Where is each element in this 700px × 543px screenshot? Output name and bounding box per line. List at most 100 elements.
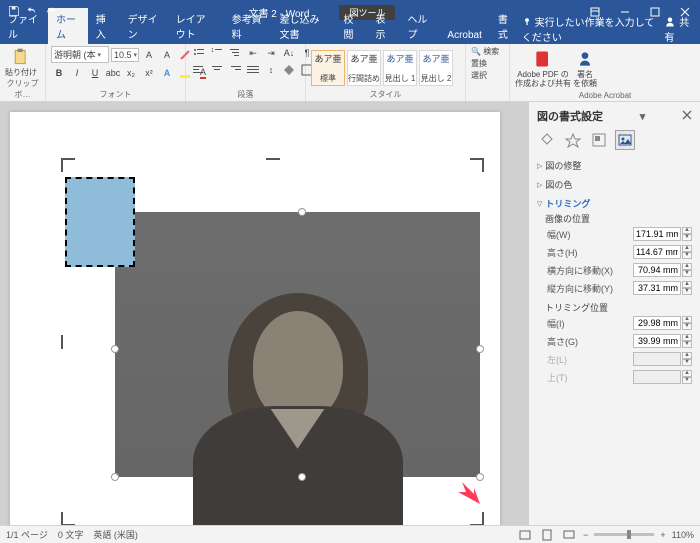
align-right-icon[interactable] — [227, 63, 243, 77]
save-icon[interactable] — [8, 5, 20, 19]
align-left-icon[interactable] — [191, 63, 207, 77]
page — [10, 112, 500, 525]
input-offx[interactable] — [633, 263, 681, 277]
tab-format[interactable]: 書式 — [490, 8, 522, 44]
input-cwidth[interactable] — [633, 316, 681, 330]
style-heading2[interactable]: あア亜見出し 2 — [419, 50, 453, 86]
share-button[interactable]: 共有 — [664, 14, 692, 44]
resize-handle-b[interactable] — [298, 473, 306, 481]
font-face-combo[interactable]: 游明朝 (本 — [51, 46, 109, 63]
group-adobe-label: Adobe Acrobat — [515, 91, 695, 101]
tab-view[interactable]: 表示 — [367, 8, 399, 44]
replace-button[interactable]: 置換 — [471, 58, 487, 69]
resize-handle-bl[interactable] — [111, 473, 119, 481]
find-button[interactable]: 🔍 検索 — [471, 46, 499, 57]
resize-handle-t[interactable] — [298, 208, 306, 216]
style-nospacing[interactable]: あア亜行間詰め — [347, 50, 381, 86]
section-color[interactable]: ▷図の色 — [537, 178, 692, 191]
status-bar: 1/1 ページ 0 文字 英語 (米国) − + 110% — [0, 525, 700, 543]
inc-indent-icon[interactable]: ⇥ — [263, 46, 279, 60]
tab-review[interactable]: 校閲 — [335, 8, 367, 44]
resize-handle-l[interactable] — [111, 345, 119, 353]
subscript-icon[interactable]: x₂ — [123, 66, 139, 80]
style-normal[interactable]: あア亜標準 — [311, 50, 345, 86]
crop-handle-tl[interactable] — [61, 158, 75, 172]
multilevel-icon[interactable] — [227, 46, 243, 60]
status-words[interactable]: 0 文字 — [58, 528, 84, 541]
select-button[interactable]: 選択 — [471, 70, 487, 81]
crop-handle-bl[interactable] — [61, 512, 75, 525]
italic-icon[interactable]: I — [69, 66, 85, 80]
line-spacing-icon[interactable]: ↕ — [263, 63, 279, 77]
resize-handle-r[interactable] — [476, 345, 484, 353]
view-print-icon[interactable] — [539, 528, 555, 542]
adobe-create-button[interactable]: Adobe PDF の 作成および共有 — [515, 49, 571, 89]
font-size-combo[interactable]: 10.5 — [111, 48, 139, 62]
crop-handle-lm[interactable] — [61, 335, 75, 349]
lbl-height: 高さ(H) — [547, 246, 578, 259]
underline-icon[interactable]: U — [87, 66, 103, 80]
pane-tab-picture-icon[interactable] — [615, 130, 635, 150]
shrink-font-icon[interactable]: A — [159, 48, 175, 62]
lbl-top: 上(T) — [547, 371, 568, 384]
format-picture-pane: 図の書式設定 ▾ ▷図の修整 ▷図の色 ▽トリミング 画像の位置 幅(W)▲▼ … — [528, 102, 700, 525]
input-height[interactable] — [633, 245, 681, 259]
document-canvas[interactable] — [0, 102, 528, 525]
lbl-offy: 縦方向に移動(Y) — [547, 282, 613, 295]
crop-handle-tm[interactable] — [266, 158, 280, 172]
sort-icon[interactable]: A↓ — [281, 46, 297, 60]
bullets-icon[interactable] — [191, 46, 207, 60]
tab-mailings[interactable]: 差し込み文書 — [272, 8, 336, 44]
text-effects-icon[interactable]: A — [159, 66, 175, 80]
adobe-sign-button[interactable]: 署名 を依頼 — [573, 49, 597, 89]
picture-selection[interactable] — [65, 162, 480, 522]
annotation-arrow-icon — [450, 474, 486, 512]
section-shadow[interactable]: ▷図の修整 — [537, 159, 692, 172]
spin-down[interactable]: ▼ — [682, 234, 692, 241]
pane-tab-fill-icon[interactable] — [537, 130, 557, 150]
input-offy[interactable] — [633, 281, 681, 295]
view-web-icon[interactable] — [561, 528, 577, 542]
justify-icon[interactable] — [245, 63, 261, 77]
strike-icon[interactable]: abc — [105, 66, 121, 80]
pane-tab-layout-icon[interactable] — [589, 130, 609, 150]
input-cheight[interactable] — [633, 334, 681, 348]
group-editing-label — [471, 100, 504, 101]
section-crop[interactable]: ▽トリミング — [537, 197, 692, 210]
status-page[interactable]: 1/1 ページ — [6, 528, 48, 541]
crop-region[interactable] — [65, 177, 135, 267]
tab-design[interactable]: デザイン — [120, 8, 168, 44]
view-read-icon[interactable] — [517, 528, 533, 542]
pane-tab-effects-icon[interactable] — [563, 130, 583, 150]
tab-insert[interactable]: 挿入 — [88, 8, 120, 44]
crop-handle-tr[interactable] — [470, 158, 484, 172]
grow-font-icon[interactable]: A — [141, 48, 157, 62]
zoom-value[interactable]: 110% — [672, 530, 694, 540]
style-heading1[interactable]: あア亜見出し 1 — [383, 50, 417, 86]
crop-handle-br[interactable] — [470, 512, 484, 525]
pane-close-icon[interactable] — [682, 110, 692, 123]
zoom-out-icon[interactable]: − — [583, 530, 588, 540]
zoom-in-icon[interactable]: + — [660, 530, 665, 540]
align-center-icon[interactable] — [209, 63, 225, 77]
pane-dropdown-icon[interactable]: ▾ — [640, 110, 646, 123]
tab-acrobat[interactable]: Acrobat — [439, 27, 489, 44]
spin-up[interactable]: ▲ — [682, 227, 692, 234]
zoom-slider[interactable] — [594, 533, 654, 536]
numbering-icon[interactable]: 1 — [209, 46, 225, 60]
tab-help[interactable]: ヘルプ — [399, 8, 439, 44]
redo-icon[interactable] — [44, 5, 56, 19]
status-lang[interactable]: 英語 (米国) — [93, 528, 138, 541]
input-width[interactable] — [633, 227, 681, 241]
bold-icon[interactable]: B — [51, 66, 67, 80]
undo-icon[interactable] — [26, 5, 38, 19]
shading-icon[interactable] — [281, 63, 297, 77]
tab-layout[interactable]: レイアウト — [168, 8, 224, 44]
picture[interactable] — [115, 212, 480, 477]
tab-references[interactable]: 参考資料 — [224, 8, 272, 44]
dec-indent-icon[interactable]: ⇤ — [245, 46, 261, 60]
paste-button[interactable]: 貼り付け — [5, 47, 37, 78]
group-styles-label: スタイル — [311, 89, 460, 101]
superscript-icon[interactable]: x² — [141, 66, 157, 80]
tell-me[interactable]: 実行したい作業を入力してください — [522, 14, 659, 44]
